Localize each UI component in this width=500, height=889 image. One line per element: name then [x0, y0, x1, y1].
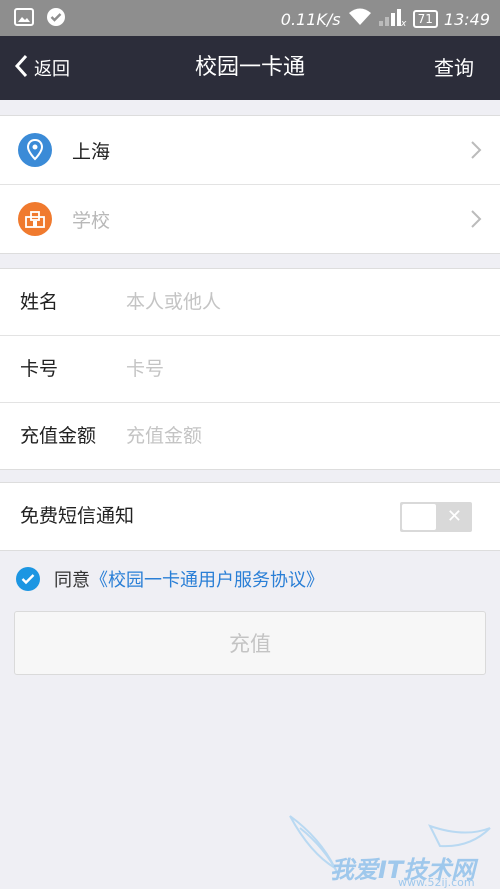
- sms-row: 免费短信通知 ✕: [0, 483, 500, 550]
- clock: 13:49: [443, 9, 490, 29]
- watermark-logo: 我爱IT技术网 www.52ij.com: [280, 808, 500, 889]
- sms-group: 免费短信通知 ✕: [0, 482, 500, 551]
- close-icon: ✕: [446, 506, 462, 527]
- page-title: 校园一卡通: [194, 55, 305, 80]
- school-placeholder: 学校: [72, 209, 111, 232]
- image-icon: [14, 7, 34, 27]
- chevron-left-icon: [14, 54, 28, 83]
- wifi-icon: [347, 7, 373, 31]
- recharge-button[interactable]: 充值: [14, 611, 486, 675]
- net-speed: 0.11K/s: [280, 9, 341, 29]
- name-label: 姓名: [20, 291, 59, 313]
- amount-input[interactable]: [126, 419, 466, 453]
- signal-icon: x: [378, 7, 407, 31]
- name-row: 姓名: [0, 269, 500, 336]
- chevron-right-icon: [470, 209, 482, 233]
- location-pin-icon: [18, 133, 52, 167]
- card-label: 卡号: [20, 358, 59, 380]
- nav-bar: 返回 校园一卡通 查询: [0, 36, 500, 100]
- location-group: 上海 学校: [0, 115, 500, 254]
- school-selector[interactable]: 学校: [0, 185, 500, 253]
- svg-text:x: x: [400, 19, 407, 27]
- status-bar: 0.11K/s x 71 13:49: [0, 0, 500, 36]
- amount-label: 充值金额: [20, 425, 97, 447]
- city-label: 上海: [72, 140, 111, 163]
- query-button[interactable]: 查询: [434, 36, 474, 100]
- check-circle-icon: [46, 7, 66, 27]
- recharge-form: 姓名 卡号 充值金额: [0, 268, 500, 470]
- battery-level: 71: [417, 12, 433, 26]
- agreement-link[interactable]: 《校园一卡通用户服务协议》: [90, 570, 324, 591]
- back-label: 返回: [34, 59, 70, 80]
- chevron-right-icon: [470, 140, 482, 164]
- agreement-prefix: 同意: [54, 570, 90, 591]
- agreement-checkbox[interactable]: [16, 567, 40, 591]
- card-number-input[interactable]: [126, 352, 466, 386]
- back-button[interactable]: 返回: [14, 36, 70, 100]
- card-row: 卡号: [0, 336, 500, 403]
- agreement-row: 同意《校园一卡通用户服务协议》: [16, 566, 324, 592]
- sms-toggle[interactable]: ✕: [400, 502, 472, 532]
- battery-icon: 71: [412, 10, 438, 28]
- watermark-url: www.52ij.com: [398, 876, 475, 889]
- sms-label: 免费短信通知: [20, 505, 135, 527]
- toggle-knob: [402, 504, 436, 530]
- city-selector[interactable]: 上海: [0, 116, 500, 185]
- school-icon: [18, 202, 52, 236]
- amount-row: 充值金额: [0, 403, 500, 469]
- name-input[interactable]: [126, 285, 466, 319]
